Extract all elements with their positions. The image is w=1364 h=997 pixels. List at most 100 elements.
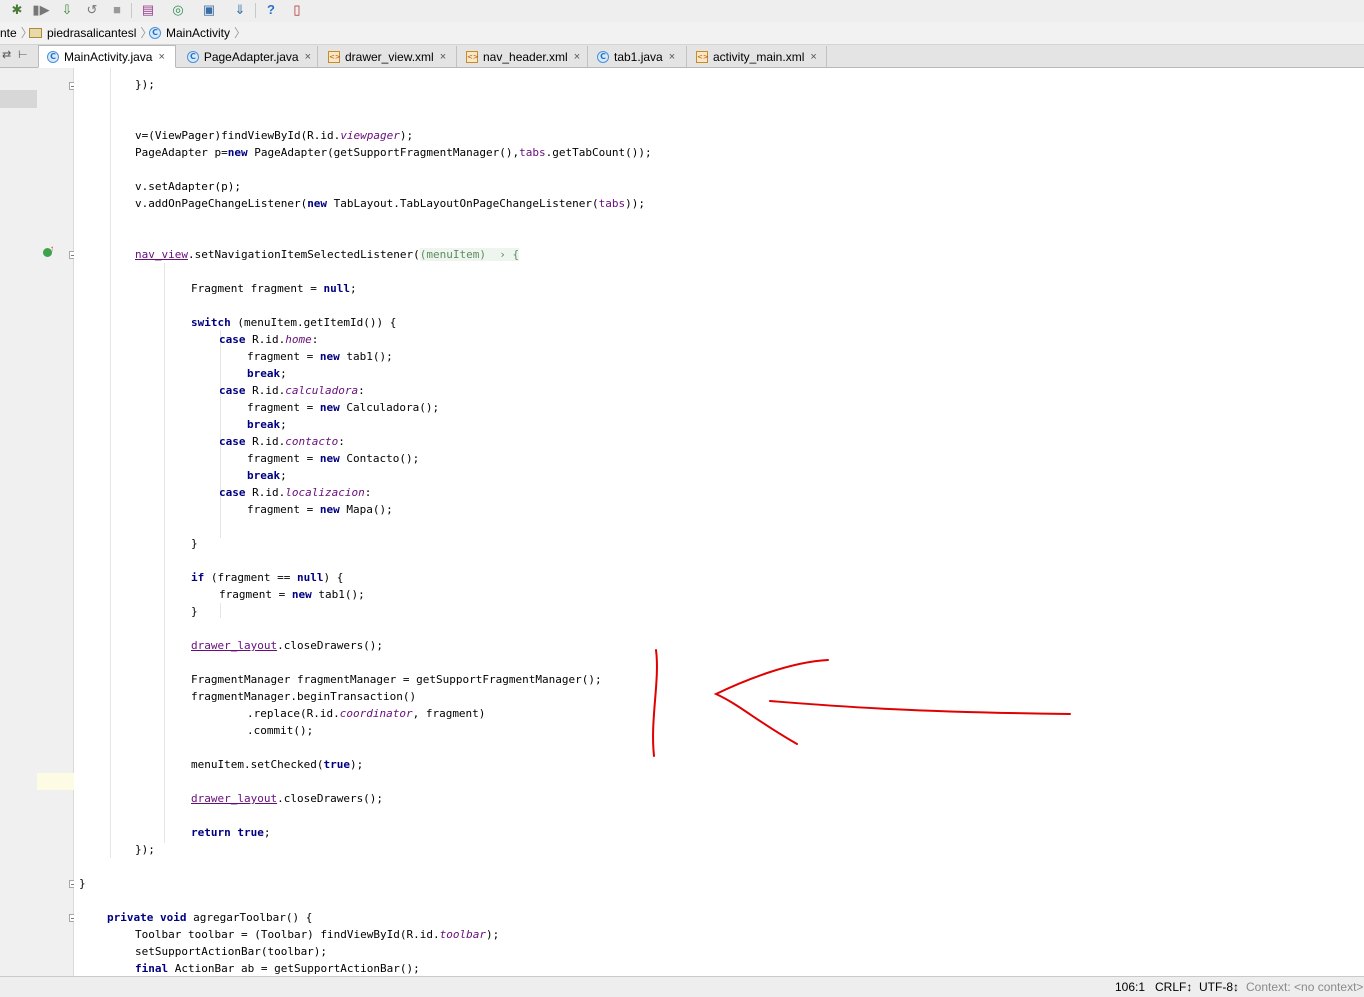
tab-label: PageAdapter.java xyxy=(203,49,299,64)
tab-label: drawer_view.xml xyxy=(345,49,434,64)
breadcrumb: nte 〉 piedrasalicantesl 〉 C MainActivity… xyxy=(0,22,1364,45)
indent-guide xyxy=(110,68,111,858)
breadcrumb-label: nte xyxy=(0,26,17,40)
code-line: }); xyxy=(135,78,155,91)
class-icon: C xyxy=(47,50,59,63)
code-line: break; xyxy=(247,367,287,380)
profile-icon[interactable]: ⇩ xyxy=(58,1,76,19)
code-line: fragment = new Calculadora(); xyxy=(247,401,440,414)
stop-icon[interactable]: ■ xyxy=(108,1,126,19)
debug-icon[interactable]: ✱ xyxy=(8,1,26,19)
code-line: case R.id.contacto: xyxy=(219,435,345,448)
code-line: fragment = new tab1(); xyxy=(219,588,365,601)
code-line: v.addOnPageChangeListener(new TabLayout.… xyxy=(135,197,645,210)
caret-position[interactable]: 106:1 xyxy=(1115,977,1145,997)
chevron-right-icon: 〉 xyxy=(234,26,247,40)
close-icon[interactable]: × xyxy=(158,47,164,67)
tab-mainactivity-java[interactable]: C MainActivity.java × xyxy=(38,45,176,68)
tab-nav-header-xml[interactable]: <> nav_header.xml × xyxy=(458,46,588,67)
xml-icon: <> xyxy=(328,50,341,63)
run-coverage-icon[interactable]: ▮▶ xyxy=(32,1,50,19)
code-line: fragment = new tab1(); xyxy=(247,350,393,363)
editor-tab-bar: ⇄ ⊢ C MainActivity.java × C PageAdapter.… xyxy=(0,45,1364,68)
code-line: return true; xyxy=(191,826,271,839)
lambda-hint: (menuItem) › { xyxy=(419,248,520,261)
code-line: fragmentManager.beginTransaction() xyxy=(191,690,417,703)
arrow-up-icon: ↑ xyxy=(50,244,54,253)
indent-guide xyxy=(164,263,165,843)
tab-tab1-java[interactable]: C tab1.java × xyxy=(589,46,687,67)
main-toolbar: ✱ ▮▶ ⇩ ↺ ■ ▤ ◎ ▣ ⇓ ? ▯ xyxy=(0,0,1364,23)
code-line: fragment = new Mapa(); xyxy=(247,503,393,516)
code-editor[interactable]: }); v=(ViewPager)findViewById(R.id.viewp… xyxy=(74,68,1364,976)
code-line: break; xyxy=(247,418,287,431)
project-structure-icon[interactable]: ▣ xyxy=(200,1,218,19)
toolbar-separator xyxy=(255,3,256,18)
close-icon[interactable]: × xyxy=(669,47,675,67)
status-bar: 106:1 CRLF↕ UTF-8↕ Context: <no context> xyxy=(0,976,1364,997)
tab-label: tab1.java xyxy=(614,49,663,64)
editor-gutter: ↑ 💡 xyxy=(37,68,103,976)
code-line: nav_view.setNavigationItemSelectedListen… xyxy=(135,248,520,261)
code-line: .replace(R.id.coordinator, fragment) xyxy=(247,707,486,720)
tab-label: activity_main.xml xyxy=(713,49,805,64)
tab-activity-main-xml[interactable]: <> activity_main.xml × xyxy=(688,46,827,67)
help-icon[interactable]: ? xyxy=(262,1,280,19)
tool-window-selected[interactable] xyxy=(0,90,37,108)
code-line: drawer_layout.closeDrawers(); xyxy=(191,792,384,805)
xml-icon: <> xyxy=(696,50,709,63)
class-icon: C xyxy=(149,27,161,39)
breadcrumb-label: MainActivity xyxy=(166,26,231,40)
code-line: break; xyxy=(247,469,287,482)
file-encoding[interactable]: UTF-8↕ xyxy=(1199,977,1239,997)
code-line: menuItem.setChecked(true); xyxy=(191,758,364,771)
code-line: private void agregarToolbar() { xyxy=(107,911,313,924)
code-line: Fragment fragment = null; xyxy=(191,282,357,295)
close-icon[interactable]: × xyxy=(810,47,816,67)
pin-icon[interactable]: ⊢ xyxy=(18,48,28,61)
tab-drawer-view-xml[interactable]: <> drawer_view.xml × xyxy=(320,46,457,67)
line-separator[interactable]: CRLF↕ xyxy=(1155,977,1192,997)
tab-label: MainActivity.java xyxy=(64,49,153,64)
code-line: .commit(); xyxy=(247,724,314,737)
code-line: case R.id.home: xyxy=(219,333,319,346)
breadcrumb-label: piedrasalicantesl xyxy=(47,26,137,40)
tool-window-strip xyxy=(0,68,38,976)
toolbar-separator xyxy=(131,3,132,18)
class-icon: C xyxy=(187,50,199,63)
code-line: v=(ViewPager)findViewById(R.id.viewpager… xyxy=(135,129,414,142)
code-line: } xyxy=(191,605,198,618)
code-line: setSupportActionBar(toolbar); xyxy=(135,945,328,958)
close-icon[interactable]: × xyxy=(305,47,311,67)
context-indicator[interactable]: Context: <no context> xyxy=(1246,977,1363,997)
code-line: FragmentManager fragmentManager = getSup… xyxy=(191,673,602,686)
breadcrumb-item-class[interactable]: C MainActivity 〉 xyxy=(149,22,246,44)
breadcrumb-item-module[interactable]: nte 〉 xyxy=(0,22,33,44)
code-line: case R.id.calculadora: xyxy=(219,384,365,397)
breadcrumb-item-package[interactable]: piedrasalicantesl 〉 xyxy=(29,22,152,44)
code-line: drawer_layout.closeDrawers(); xyxy=(191,639,384,652)
indent-guide xyxy=(220,603,221,618)
class-icon: C xyxy=(597,50,609,63)
code-line: v.setAdapter(p); xyxy=(135,180,241,193)
code-line: } xyxy=(191,537,198,550)
tab-pageadapter-java[interactable]: C PageAdapter.java × xyxy=(179,46,318,67)
folder-icon xyxy=(29,28,42,38)
code-line: }); xyxy=(135,843,155,856)
android-device-monitor-icon[interactable]: ▯ xyxy=(288,1,306,19)
sdk-manager-icon[interactable]: ⇓ xyxy=(231,1,249,19)
code-line: Toolbar toolbar = (Toolbar) findViewById… xyxy=(135,928,500,941)
code-line: } xyxy=(79,877,86,890)
tab-bar-controls: ⇄ ⊢ xyxy=(0,45,37,67)
close-icon[interactable]: × xyxy=(574,47,580,67)
avd-manager-icon[interactable]: ▤ xyxy=(139,1,157,19)
code-line: if (fragment == null) { xyxy=(191,571,344,584)
attach-icon[interactable]: ↺ xyxy=(83,1,101,19)
sync-icon[interactable]: ◎ xyxy=(169,1,187,19)
code-line: final ActionBar ab = getSupportActionBar… xyxy=(135,962,420,975)
arrows-icon[interactable]: ⇄ xyxy=(2,48,11,61)
close-icon[interactable]: × xyxy=(440,47,446,67)
xml-icon: <> xyxy=(466,50,479,63)
code-line: case R.id.localizacion: xyxy=(219,486,372,499)
code-line: switch (menuItem.getItemId()) { xyxy=(191,316,397,329)
